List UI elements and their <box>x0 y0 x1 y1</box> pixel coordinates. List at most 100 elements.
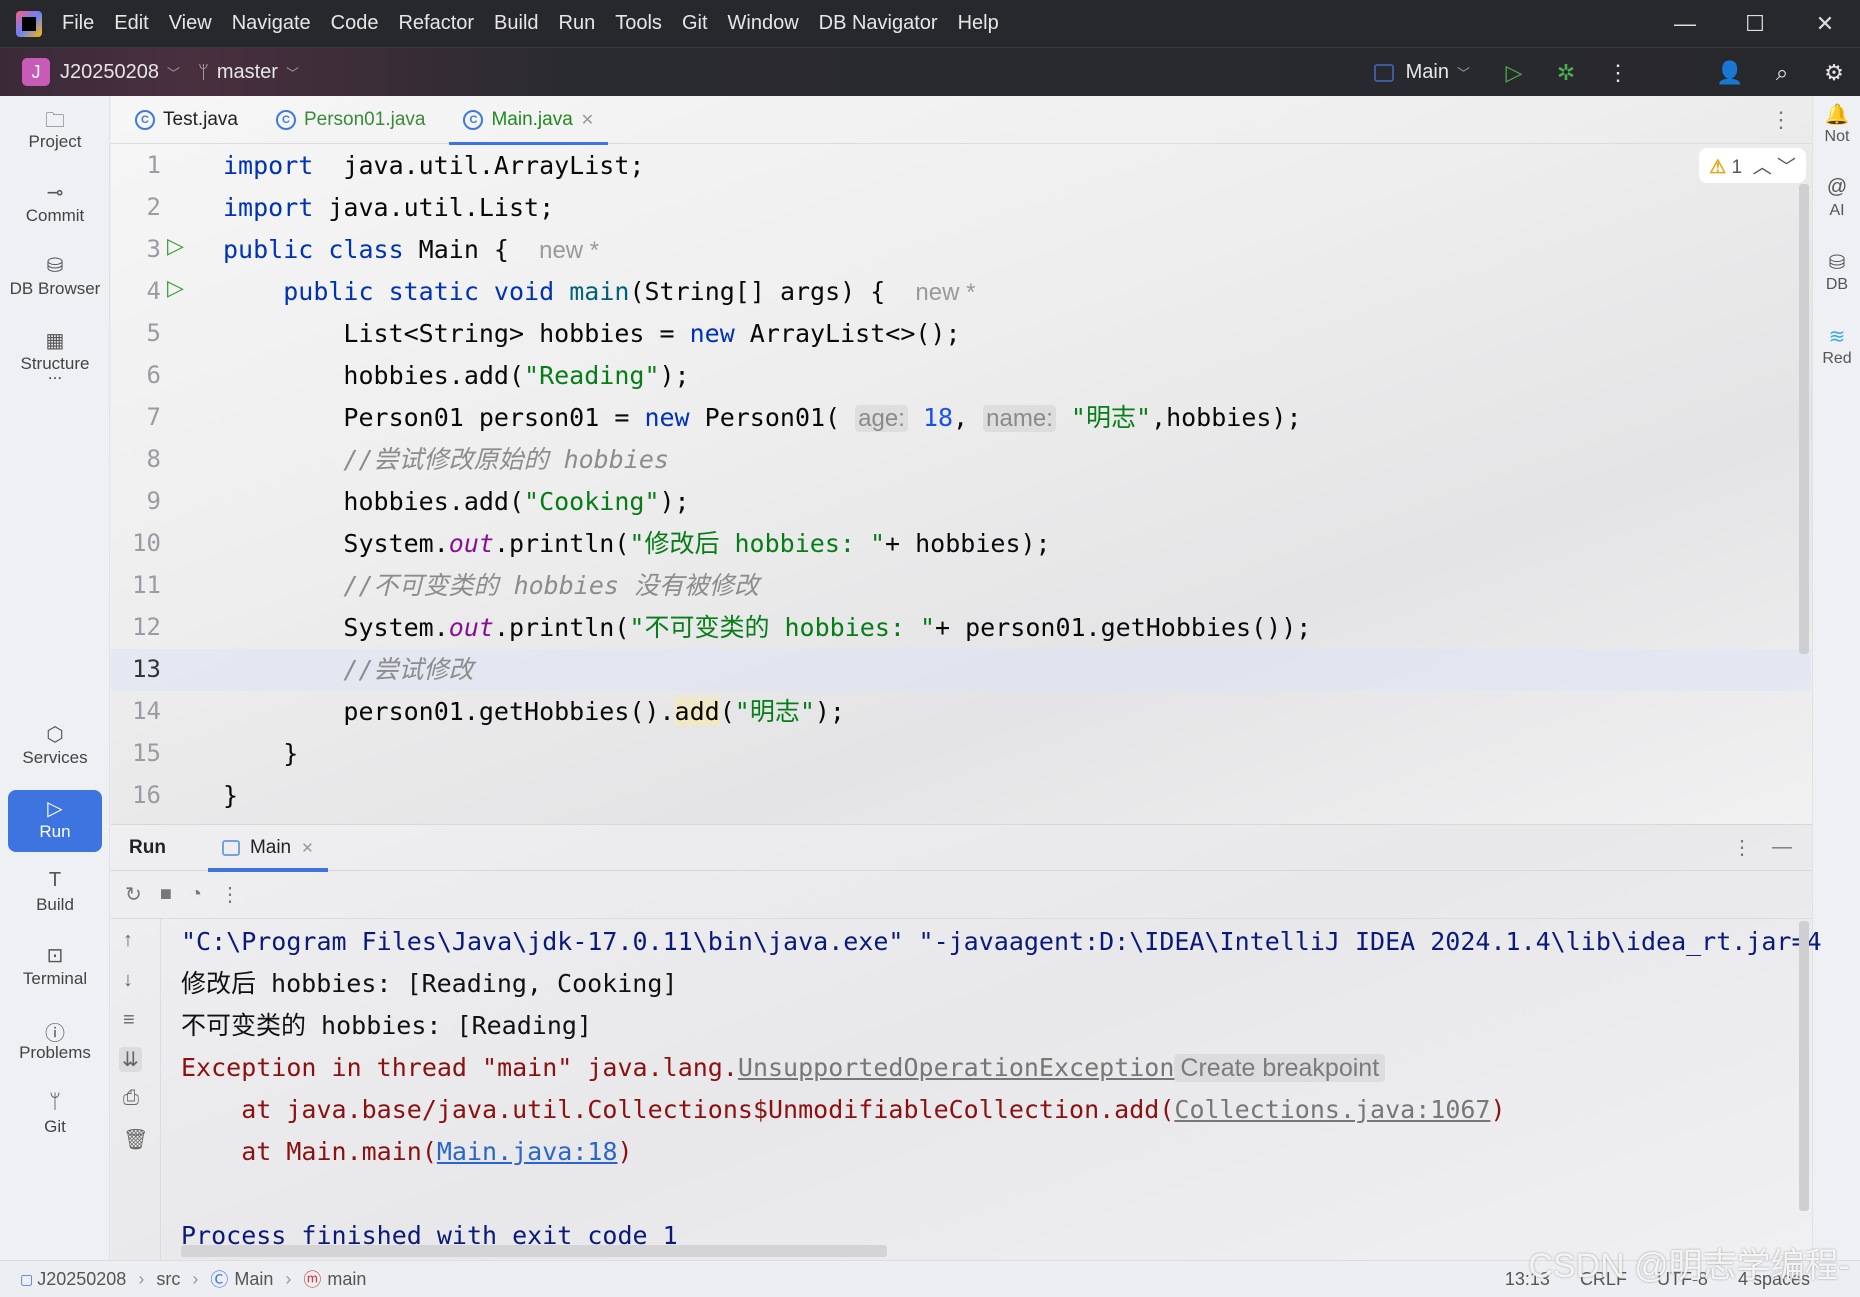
code-token: "Cooking" <box>524 487 660 516</box>
chevron-down-icon[interactable]: ﹀ <box>1777 157 1796 178</box>
menu-help[interactable]: Help <box>958 12 999 34</box>
inspection-widget[interactable]: ⚠ 1 ︿ ﹀ <box>1699 148 1806 183</box>
menu-git[interactable]: Git <box>682 12 708 34</box>
print-icon[interactable]: ⎙ <box>123 1087 139 1110</box>
module-icon: ▢ <box>20 1270 34 1287</box>
more-vertical-icon[interactable]: ⋮ <box>220 882 240 907</box>
sidebar-item-git[interactable]: ᛘ Git <box>8 1085 102 1147</box>
code-line: //尝试修改 <box>223 649 473 691</box>
close-icon[interactable]: ✕ <box>1790 0 1860 47</box>
run-config-selector[interactable]: Main <box>1406 61 1449 84</box>
chevron-down-icon[interactable]: ﹀ <box>167 63 180 82</box>
menu-run[interactable]: Run <box>559 12 596 34</box>
stacktrace-link[interactable]: Collections.java:1067 <box>1174 1095 1490 1124</box>
chevron-up-icon[interactable]: ︿ <box>1753 157 1772 178</box>
debug-bug-icon[interactable]: ✲ <box>1540 60 1592 86</box>
scroll-up-icon[interactable]: ↑ <box>123 929 133 952</box>
sidebar-item-commit[interactable]: ⊸ Commit <box>8 174 102 236</box>
stacktrace-link[interactable]: UnsupportedOperationException <box>738 1053 1175 1082</box>
trash-icon[interactable]: 🗑 <box>123 1127 148 1152</box>
console-scrollbar-vertical[interactable] <box>1799 921 1809 1211</box>
line-number: 10 <box>132 529 161 557</box>
more-vertical-icon[interactable]: ⋮ <box>1592 60 1644 86</box>
sidebar-more[interactable]: ... <box>8 358 102 420</box>
sidebar-right-red[interactable]: ≋ Red <box>1813 324 1860 368</box>
project-selector[interactable]: J20250208 <box>60 61 159 84</box>
menu-file[interactable]: File <box>62 12 94 34</box>
console-text: at java.base/java.util.Collections$Unmod… <box>181 1095 1175 1124</box>
gear-icon[interactable]: ⚙ <box>1808 60 1860 86</box>
stop-icon[interactable]: ■ <box>160 883 172 906</box>
close-tab-icon[interactable]: ✕ <box>301 839 314 857</box>
breadcrumb-src[interactable]: src <box>156 1269 180 1290</box>
menu-edit[interactable]: Edit <box>114 12 148 34</box>
sidebar-item-terminal[interactable]: ⊡ Terminal <box>8 937 102 999</box>
code-token: new * <box>915 279 976 306</box>
search-icon[interactable]: ⌕ <box>1756 60 1808 86</box>
sidebar-item-project[interactable]: 🗀 Project <box>8 100 102 162</box>
code-token: import <box>223 193 314 222</box>
editor-scrollbar[interactable] <box>1799 184 1809 654</box>
sidebar-item-services[interactable]: ⬡ Services <box>8 716 102 778</box>
code-editor[interactable]: C Test.java C Person01.java C Main.java ✕ ⋮ 1 im… <box>111 96 1812 824</box>
menu-build[interactable]: Build <box>494 12 538 34</box>
close-tab-icon[interactable]: ✕ <box>581 110 594 130</box>
scroll-down-icon[interactable]: ↓ <box>123 969 133 992</box>
chevron-down-icon[interactable]: ﹀ <box>286 63 299 82</box>
scroll-to-end-icon[interactable]: ⇊ <box>119 1047 142 1072</box>
run-tab-main[interactable]: Main ✕ <box>207 825 328 872</box>
code-token: ,hobbies); <box>1151 403 1302 432</box>
tab-person01-java[interactable]: C Person01.java <box>262 96 439 144</box>
sidebar-item-db-browser[interactable]: ⛁ DB Browser <box>8 247 102 309</box>
project-avatar[interactable]: J <box>22 58 50 86</box>
code-line: //尝试修改原始的 hobbies <box>223 439 669 481</box>
sidebar-item-label: Project <box>28 132 82 151</box>
breadcrumb-method[interactable]: main <box>327 1269 366 1290</box>
console-scrollbar-horizontal[interactable] <box>181 1245 887 1257</box>
tab-main-java[interactable]: C Main.java ✕ <box>449 96 608 145</box>
more-vertical-icon[interactable]: ⋮ <box>1732 835 1752 860</box>
run-gutter-icon[interactable]: ▷ <box>167 233 184 259</box>
breadcrumb-class[interactable]: Main <box>234 1269 273 1290</box>
menu-refactor[interactable]: Refactor <box>398 12 474 34</box>
soft-wrap-icon[interactable]: ≡ <box>123 1009 135 1032</box>
tab-test-java[interactable]: C Test.java <box>121 96 252 144</box>
sidebar-item-label: Commit <box>25 206 85 225</box>
menu-view[interactable]: View <box>169 12 212 34</box>
sidebar-right-ai[interactable]: @ AI <box>1813 176 1860 220</box>
sidebar-item-problems[interactable]: ⓘ Problems <box>8 1011 102 1073</box>
code-token: .println( <box>493 529 630 558</box>
stacktrace-link[interactable]: Main.java:18 <box>437 1137 618 1166</box>
menu-db-navigator[interactable]: DB Navigator <box>819 12 938 34</box>
more-vertical-icon[interactable]: ⋮ <box>1770 107 1792 133</box>
console-line: 不可变类的 hobbies: [Reading] <box>181 1005 592 1047</box>
chevron-down-icon[interactable]: ﹀ <box>1457 63 1470 82</box>
console-text: Exception in thread "main" java.lang. <box>181 1053 738 1082</box>
sidebar-item-run[interactable]: ▷ Run <box>8 790 102 852</box>
minimize-icon[interactable]: — <box>1650 0 1720 47</box>
menu-navigate[interactable]: Navigate <box>232 12 311 34</box>
code-token: public class <box>223 235 404 264</box>
run-icon[interactable]: ▷ <box>1488 60 1540 86</box>
breadcrumb-project[interactable]: J20250208 <box>37 1269 126 1290</box>
maximize-icon[interactable]: ☐ <box>1720 0 1790 47</box>
add-user-icon[interactable]: 👤 <box>1704 60 1756 86</box>
services-icon: ⬡ <box>46 724 64 746</box>
sidebar-item-build[interactable]: T Build <box>8 863 102 925</box>
run-gutter-icon[interactable]: ▷ <box>167 275 184 301</box>
menu-code[interactable]: Code <box>331 12 379 34</box>
sidebar-right-db[interactable]: ⛁ DB <box>1813 250 1860 294</box>
parameter-hint: name: <box>983 405 1056 432</box>
code-token: + person01.getHobbies()); <box>935 613 1312 642</box>
rerun-icon[interactable]: ↻ <box>125 882 142 907</box>
code-token: System. <box>223 613 449 642</box>
sidebar-right-not[interactable]: 🔔 Not <box>1813 102 1860 146</box>
menu-tools[interactable]: Tools <box>615 12 662 34</box>
minimize-panel-icon[interactable]: — <box>1772 836 1792 859</box>
line-number: 3 <box>146 235 161 263</box>
create-breakpoint-button[interactable]: Create breakpoint <box>1174 1054 1386 1082</box>
profiler-icon[interactable]: ◔ <box>190 883 202 906</box>
branch-selector[interactable]: master <box>217 61 278 84</box>
menu-window[interactable]: Window <box>728 12 799 34</box>
